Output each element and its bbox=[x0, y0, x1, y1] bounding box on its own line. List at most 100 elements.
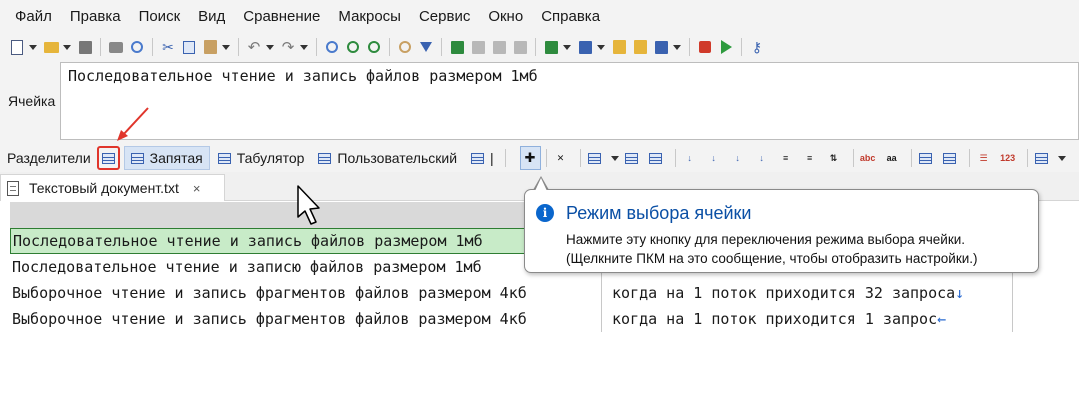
menu-window[interactable]: Окно bbox=[479, 0, 532, 34]
print-preview-icon[interactable] bbox=[128, 38, 146, 56]
case-icon[interactable]: aa bbox=[884, 151, 900, 165]
calendar-check-icon[interactable] bbox=[652, 38, 670, 56]
grid-view-4-icon[interactable] bbox=[511, 38, 529, 56]
grid-cell[interactable]: Последовательное чтение и записю файлов … bbox=[10, 254, 602, 280]
grid-cell[interactable]: Выборочное чтение и запись фрагментов фа… bbox=[10, 280, 602, 306]
menu-compare[interactable]: Сравнение bbox=[234, 0, 329, 34]
cut-icon[interactable]: ✂ bbox=[159, 38, 177, 56]
open-folder-icon[interactable] bbox=[42, 38, 60, 56]
header-row-icon[interactable]: ☰ bbox=[976, 151, 992, 165]
delete-column-icon[interactable] bbox=[648, 151, 664, 165]
sort-az-icon[interactable]: ↓ bbox=[682, 151, 698, 165]
new-file-dropdown[interactable] bbox=[29, 38, 37, 56]
settings-icon[interactable] bbox=[631, 38, 649, 56]
paste-dropdown[interactable] bbox=[222, 38, 230, 56]
separator bbox=[741, 38, 742, 56]
filter-icon[interactable] bbox=[417, 38, 435, 56]
split-column-icon[interactable] bbox=[942, 151, 958, 165]
separator bbox=[100, 38, 101, 56]
numbering-icon[interactable]: 123 bbox=[1000, 151, 1016, 165]
columns-icon[interactable] bbox=[587, 151, 603, 165]
spellcheck-icon[interactable]: abc bbox=[860, 151, 876, 165]
import-icon[interactable] bbox=[576, 38, 594, 56]
tools-icon[interactable] bbox=[610, 38, 628, 56]
print-icon[interactable] bbox=[107, 38, 125, 56]
sort-length-desc-icon[interactable]: ≡ bbox=[802, 151, 818, 165]
delimiters-label: Разделители bbox=[7, 150, 91, 166]
document-tab[interactable]: Текстовый документ.txt × bbox=[0, 174, 225, 201]
cell-value-field[interactable]: Последовательное чтение и запись файлов … bbox=[60, 62, 1079, 140]
cell-text: когда на 1 поток приходится 32 запроса bbox=[612, 284, 956, 302]
export-icon[interactable] bbox=[542, 38, 560, 56]
grid-cell[interactable]: когда на 1 поток приходится 32 запроса↓ bbox=[603, 280, 1013, 306]
calendar-dropdown[interactable] bbox=[673, 38, 681, 56]
column-width-dropdown[interactable] bbox=[1058, 149, 1066, 167]
join-columns-icon[interactable] bbox=[918, 151, 934, 165]
undo-icon[interactable]: ↶ bbox=[245, 38, 263, 56]
delimiter-comma-button[interactable]: Запятая bbox=[123, 146, 210, 170]
find-prev-icon[interactable] bbox=[365, 38, 383, 56]
tooltip-line-2: (Щелкните ПКМ на это сообщение, чтобы от… bbox=[566, 251, 978, 266]
cell-selection-tooltip[interactable]: i Режим выбора ячейки Нажмите эту кнопку… bbox=[524, 189, 1039, 273]
find-files-icon[interactable] bbox=[396, 38, 414, 56]
sort-length-asc-icon[interactable]: ≡ bbox=[778, 151, 794, 165]
redo-dropdown[interactable] bbox=[300, 38, 308, 56]
delimiter-none-button[interactable] bbox=[96, 146, 120, 170]
column-header-1[interactable] bbox=[10, 202, 602, 228]
separator bbox=[968, 149, 970, 167]
tools-icon[interactable]: ✕ bbox=[553, 151, 569, 165]
reverse-sort-icon[interactable]: ⇅ bbox=[826, 151, 842, 165]
play-macro-icon[interactable] bbox=[717, 38, 735, 56]
save-icon[interactable] bbox=[76, 38, 94, 56]
separator bbox=[441, 38, 442, 56]
tooltip-pointer-inner bbox=[535, 178, 547, 191]
columns-dropdown[interactable] bbox=[611, 149, 619, 167]
sort-num-desc-icon[interactable]: ↓ bbox=[754, 151, 770, 165]
cell-selection-mode-button[interactable]: ✚ bbox=[519, 146, 541, 170]
close-tab-icon[interactable]: × bbox=[193, 181, 201, 196]
stop-record-icon[interactable] bbox=[696, 38, 714, 56]
grid-view-2-icon[interactable] bbox=[469, 38, 487, 56]
find-next-icon[interactable] bbox=[344, 38, 362, 56]
separator bbox=[910, 149, 912, 167]
menu-edit[interactable]: Правка bbox=[61, 0, 130, 34]
menu-help[interactable]: Справка bbox=[532, 0, 609, 34]
undo-dropdown[interactable] bbox=[266, 38, 274, 56]
paste-icon[interactable] bbox=[201, 38, 219, 56]
delimiter-custom-label: Пользовательский bbox=[337, 150, 458, 166]
menu-macros[interactable]: Макросы bbox=[329, 0, 410, 34]
redo-icon[interactable]: ↷ bbox=[279, 38, 297, 56]
grid-view-3-icon[interactable] bbox=[490, 38, 508, 56]
separator bbox=[674, 149, 676, 167]
sort-num-asc-icon[interactable]: ↓ bbox=[730, 151, 746, 165]
delimiter-tab-button[interactable]: Табулятор bbox=[212, 146, 311, 170]
table-row: Выборочное чтение и запись фрагментов фа… bbox=[0, 306, 1079, 332]
grid-view-icon[interactable] bbox=[448, 38, 466, 56]
column-width-icon[interactable] bbox=[1034, 151, 1050, 165]
grid-cell[interactable]: Последовательное чтение и запись файлов … bbox=[10, 228, 602, 254]
delimiter-custom-button[interactable]: Пользовательский bbox=[312, 146, 463, 170]
menu-tools[interactable]: Сервис bbox=[410, 0, 479, 34]
delimiter-comma-label: Запятая bbox=[149, 150, 203, 166]
find-icon[interactable] bbox=[323, 38, 341, 56]
menu-view[interactable]: Вид bbox=[189, 0, 234, 34]
export-dropdown[interactable] bbox=[563, 38, 571, 56]
copy-icon[interactable] bbox=[180, 38, 198, 56]
line-break-arrow-icon: ← bbox=[937, 310, 947, 328]
insert-column-icon[interactable] bbox=[624, 151, 640, 165]
sort-za-icon[interactable]: ↓ bbox=[706, 151, 722, 165]
main-toolbar: ✂ ↶ ↷ ⚷ bbox=[0, 34, 1079, 60]
grid-cell[interactable]: когда на 1 поток приходится 1 запрос← bbox=[603, 306, 1013, 332]
menu-file[interactable]: Файл bbox=[6, 0, 61, 34]
open-dropdown[interactable] bbox=[63, 38, 71, 56]
import-dropdown[interactable] bbox=[597, 38, 605, 56]
new-file-icon[interactable] bbox=[8, 38, 26, 56]
menu-search[interactable]: Поиск bbox=[130, 0, 190, 34]
separator bbox=[316, 38, 317, 56]
key-icon[interactable]: ⚷ bbox=[748, 38, 766, 56]
grid-cell[interactable]: Выборочное чтение и запись фрагментов фа… bbox=[10, 306, 602, 332]
table-icon bbox=[217, 152, 231, 164]
delimiter-custom-value-button[interactable]: | bbox=[465, 146, 500, 170]
tooltip-line-1: Нажмите эту кнопку для переключения режи… bbox=[566, 232, 966, 247]
tooltip-title: Режим выбора ячейки bbox=[566, 203, 752, 223]
